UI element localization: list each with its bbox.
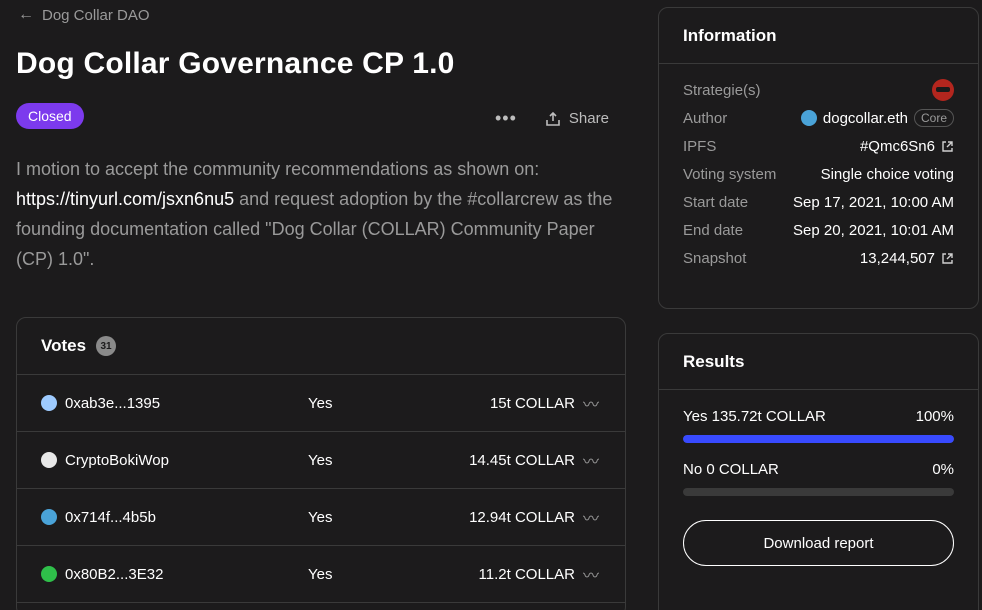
signature-icon[interactable]: 〰	[583, 505, 599, 529]
ipfs-value: #Qmc6Sn6	[859, 137, 935, 155]
author-value: dogcollar.eth	[822, 109, 908, 127]
snapshot-value: 13,244,507	[859, 249, 935, 267]
result-option: Yes 135.72t COLLAR 100%	[683, 408, 954, 443]
votes-header: Votes 31	[17, 318, 625, 375]
result-option-percent: 100%	[915, 408, 954, 425]
body-link[interactable]: https://tinyurl.com/jsxn6nu5	[16, 189, 234, 209]
votes-panel: Votes 31 0xab3e...1395 Yes 15t COLLAR 〰 Cryp…	[16, 317, 626, 610]
vote-choice: Yes	[308, 451, 333, 469]
author-avatar	[800, 110, 817, 126]
result-option-percent: 0%	[932, 461, 954, 478]
voting-system-label: Voting system	[683, 165, 777, 183]
vote-choice: Yes	[308, 565, 333, 583]
core-badge: Core	[913, 109, 954, 127]
start-date-value: Sep 17, 2021, 10:00 AM	[793, 193, 954, 211]
back-link-label: Dog Collar DAO	[42, 6, 150, 24]
download-report-button[interactable]: Download report	[683, 520, 954, 566]
info-row-ipfs: IPFS #Qmc6Sn6	[683, 132, 954, 160]
signature-icon[interactable]: 〰	[583, 448, 599, 472]
snapshot-link[interactable]: 13,244,507	[860, 250, 954, 267]
info-row-strategies: Strategie(s)	[683, 76, 954, 104]
vote-power: 11.2t COLLAR	[478, 565, 575, 583]
voter-link[interactable]: 0x80B2...3E32	[41, 566, 308, 583]
results-card: Results Yes 135.72t COLLAR 100% No 0 COLLA…	[658, 333, 979, 610]
voter-avatar	[41, 452, 57, 468]
status-badge: Closed	[16, 103, 84, 129]
vote-power: 15t COLLAR	[489, 394, 575, 412]
author-link[interactable]: dogcollar.eth Core	[800, 109, 954, 127]
info-row-snapshot: Snapshot 13,244,507	[683, 244, 954, 272]
author-label: Author	[683, 109, 728, 127]
start-date-label: Start date	[683, 193, 749, 211]
info-row-author: Author dogcollar.eth Core	[683, 104, 954, 132]
proposal-actions: ••• Share	[495, 108, 609, 129]
vote-row: 0x80B2...3E32 Yes 11.2t COLLAR 〰	[17, 546, 625, 603]
voter-avatar	[41, 395, 57, 411]
snapshot-label: Snapshot	[683, 249, 747, 267]
end-date-label: End date	[683, 221, 744, 239]
voter-link[interactable]: 0x714f...4b5b	[41, 509, 308, 526]
vote-row: 0x714f...4b5b Yes 12.94t COLLAR 〰	[17, 489, 625, 546]
vote-choice: Yes	[308, 508, 333, 526]
votes-heading: Votes	[41, 336, 87, 355]
signature-icon[interactable]: 〰	[583, 391, 599, 415]
results-heading: Results	[659, 334, 978, 390]
proposal-title: Dog Collar Governance CP 1.0	[16, 47, 455, 80]
strategy-icon[interactable]	[932, 79, 954, 101]
voting-system-value: Single choice voting	[820, 165, 954, 183]
voter-avatar	[41, 566, 57, 582]
voter-link[interactable]: CryptoBokiWop	[41, 452, 308, 469]
share-label: Share	[568, 110, 609, 127]
information-heading: Information	[659, 8, 978, 64]
share-button[interactable]: Share	[545, 110, 609, 127]
information-card: Information Strategie(s) Author dogcolla…	[658, 7, 979, 309]
info-row-start-date: Start date Sep 17, 2021, 10:00 AM	[683, 188, 954, 216]
strategies-label: Strategie(s)	[683, 81, 761, 99]
voter-name: CryptoBokiWop	[65, 451, 169, 469]
result-progress-fill	[683, 435, 954, 443]
ipfs-label: IPFS	[683, 137, 717, 155]
result-option-label: No 0 COLLAR	[683, 461, 779, 478]
result-progress-bar	[683, 488, 954, 496]
vote-power: 12.94t COLLAR	[469, 508, 575, 526]
result-option: No 0 COLLAR 0%	[683, 461, 954, 496]
voter-name: 0xab3e...1395	[65, 394, 161, 412]
body-text-start: I motion to accept the community recomme…	[16, 159, 540, 179]
vote-choice: Yes	[308, 394, 333, 412]
voter-link[interactable]: 0xab3e...1395	[41, 395, 308, 412]
external-link-icon	[942, 252, 953, 264]
result-progress-bar	[683, 435, 954, 443]
voter-name: 0x80B2...3E32	[65, 565, 164, 583]
proposal-body: I motion to accept the community recomme…	[16, 154, 628, 274]
more-options-icon[interactable]: •••	[495, 108, 517, 129]
vote-row: CryptoBokiWop Yes 14.45t COLLAR 〰	[17, 432, 625, 489]
voter-avatar	[41, 509, 57, 525]
info-row-end-date: End date Sep 20, 2021, 10:01 AM	[683, 216, 954, 244]
voter-name: 0x714f...4b5b	[65, 508, 156, 526]
end-date-value: Sep 20, 2021, 10:01 AM	[793, 221, 954, 239]
votes-count-badge: 31	[96, 336, 117, 356]
vote-power: 14.45t COLLAR	[469, 451, 575, 469]
result-option-label: Yes 135.72t COLLAR	[683, 408, 826, 425]
vote-row: 0xab3e...1395 Yes 15t COLLAR 〰	[17, 375, 625, 432]
external-link-icon	[942, 140, 953, 152]
back-link[interactable]: ← Dog Collar DAO	[18, 6, 150, 24]
arrow-left-icon: ←	[18, 6, 34, 23]
ipfs-link[interactable]: #Qmc6Sn6	[860, 138, 954, 155]
signature-icon[interactable]: 〰	[583, 562, 599, 586]
info-row-voting-system: Voting system Single choice voting	[683, 160, 954, 188]
share-icon	[546, 111, 560, 126]
